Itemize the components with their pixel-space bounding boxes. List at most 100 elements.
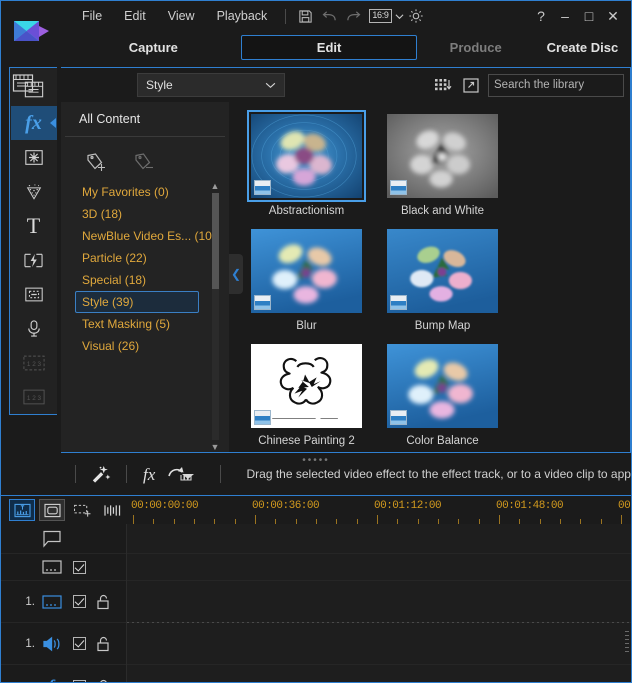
category-3d[interactable]: 3D (18) (75, 203, 199, 225)
menu-edit[interactable]: Edit (113, 6, 157, 26)
path-icon[interactable] (11, 277, 57, 311)
category-special[interactable]: Special (18) (75, 269, 199, 291)
minimize-button[interactable]: – (553, 4, 577, 28)
category-list: My Favorites (0) 3D (18) NewBlue Video E… (61, 181, 229, 452)
tab-produce[interactable]: Produce (417, 36, 533, 59)
chevron-left-icon[interactable]: ❮ (229, 254, 243, 294)
voice-record-icon[interactable] (11, 311, 57, 345)
track-visibility-checkbox[interactable] (73, 595, 86, 608)
ruler-tick (376, 515, 378, 524)
remove-tag-icon[interactable] (133, 151, 159, 175)
track-123-icon-a[interactable]: 1 2 3 (11, 346, 57, 380)
transition-icon[interactable] (11, 140, 57, 174)
scrollbar-track[interactable] (211, 193, 219, 440)
grid-sort-icon[interactable] (432, 74, 454, 96)
menu-view[interactable]: View (157, 6, 206, 26)
redo-icon[interactable] (341, 5, 365, 27)
library-filter-select[interactable]: Style (137, 73, 285, 97)
splitter-grip[interactable]: ••••• (302, 455, 330, 466)
scroll-down-arrow[interactable]: ▼ (211, 442, 220, 452)
category-my-favorites[interactable]: My Favorites (0) (75, 181, 199, 203)
effect-thumbnail-frame[interactable] (247, 340, 366, 432)
fx-track-icon[interactable]: fx (48, 676, 63, 682)
effect-thumbnail-frame[interactable] (247, 225, 366, 317)
effect-label: Abstractionism (268, 205, 345, 217)
lane-fx[interactable] (127, 665, 631, 682)
track-header-comment[interactable] (1, 524, 126, 554)
track-header-title[interactable] (1, 554, 126, 581)
mix-audio-button[interactable] (99, 499, 125, 521)
track-visibility-checkbox[interactable] (73, 637, 86, 650)
save-icon[interactable] (293, 5, 317, 27)
effect-item[interactable]: Color Balance (383, 340, 502, 447)
library-search[interactable] (488, 73, 632, 97)
timeline-view-button[interactable] (9, 499, 35, 521)
category-particle[interactable]: Particle (22) (75, 247, 199, 269)
lane-title[interactable] (127, 554, 631, 581)
maximize-button[interactable]: □ (577, 4, 601, 28)
effect-item[interactable]: Blur (247, 225, 366, 332)
aspect-ratio-selector[interactable]: 16:9 (369, 9, 404, 23)
effect-thumbnail-frame[interactable] (247, 110, 366, 202)
add-tag-icon[interactable] (85, 151, 111, 175)
effect-item[interactable]: Black and White (383, 110, 502, 217)
title-track-icon[interactable] (41, 559, 63, 575)
add-track-button[interactable] (69, 499, 95, 521)
fx-apply-to-track-icon[interactable]: fx (141, 463, 206, 485)
all-content-item[interactable]: All Content (65, 102, 225, 137)
audio-track-icon[interactable] (41, 636, 63, 652)
library-clapperboard-icon[interactable] (12, 72, 34, 94)
tab-create-disc[interactable]: Create Disc (534, 36, 631, 59)
lock-icon[interactable] (96, 594, 110, 610)
category-newblue-video-essentials[interactable]: NewBlue Video Es... (10) (75, 225, 216, 247)
category-scrollbar[interactable]: ▲ ▼ (209, 181, 221, 452)
gear-icon[interactable] (404, 5, 428, 27)
library-rail: fx T 1 2 3 1 2 3 (9, 67, 57, 415)
track-visibility-checkbox[interactable] (73, 560, 86, 574)
close-button[interactable]: ✕ (601, 4, 625, 28)
fx-filter-icon[interactable]: fx (10, 106, 57, 141)
magic-wand-icon[interactable] (90, 463, 112, 485)
effect-item[interactable]: Bump Map (383, 225, 502, 332)
category-text-masking[interactable]: Text Masking (5) (75, 313, 199, 335)
track-resize-grip[interactable] (625, 631, 629, 653)
lane-audio-1[interactable] (127, 623, 631, 665)
storyboard-view-button[interactable] (39, 499, 65, 521)
tab-edit[interactable]: Edit (240, 34, 418, 60)
tab-capture[interactable]: Capture (66, 36, 241, 59)
title-text-icon[interactable]: T (11, 209, 57, 243)
effect-thumbnail-frame[interactable] (383, 110, 502, 202)
effect-thumbnail-frame[interactable] (383, 340, 502, 432)
track-header-fx[interactable]: fx (1, 665, 126, 682)
track-lanes[interactable] (127, 524, 631, 682)
footer-separator-2 (125, 465, 127, 483)
lock-icon[interactable] (96, 636, 110, 652)
track-header-video-1[interactable]: 1. (1, 581, 126, 623)
scrollbar-thumb[interactable] (211, 193, 219, 289)
help-button[interactable]: ? (529, 4, 553, 28)
lane-comment[interactable] (127, 524, 631, 554)
menu-file[interactable]: File (71, 6, 113, 26)
graphic-icon[interactable] (11, 243, 57, 277)
track-header-audio-1[interactable]: 1. (1, 623, 126, 665)
track-123-icon-b[interactable]: 1 2 3 (11, 380, 57, 414)
lane-video-1[interactable] (127, 581, 631, 623)
ruler-label: 00:00:00:00 (131, 500, 199, 512)
menu-separator (285, 8, 287, 24)
category-visual[interactable]: Visual (26) (75, 335, 199, 357)
expand-icon[interactable] (460, 74, 482, 96)
search-input[interactable] (494, 79, 632, 91)
video-track-icon[interactable] (41, 594, 63, 610)
undo-icon[interactable] (317, 5, 341, 27)
timeline-ruler[interactable]: 00:00:00:00 00:00:36:00 00:01:12:00 00:0… (127, 496, 631, 524)
particle-icon[interactable] (11, 175, 57, 209)
effect-item[interactable]: Abstractionism (247, 110, 366, 217)
lock-icon[interactable] (96, 679, 110, 683)
effect-thumbnail-frame[interactable] (383, 225, 502, 317)
scroll-up-arrow[interactable]: ▲ (211, 181, 220, 191)
comment-icon[interactable] (41, 530, 63, 548)
menu-playback[interactable]: Playback (206, 6, 279, 26)
effect-item[interactable]: Chinese Painting 2 (247, 340, 366, 447)
track-visibility-checkbox[interactable] (73, 680, 86, 682)
category-style[interactable]: Style (39) (75, 291, 199, 313)
